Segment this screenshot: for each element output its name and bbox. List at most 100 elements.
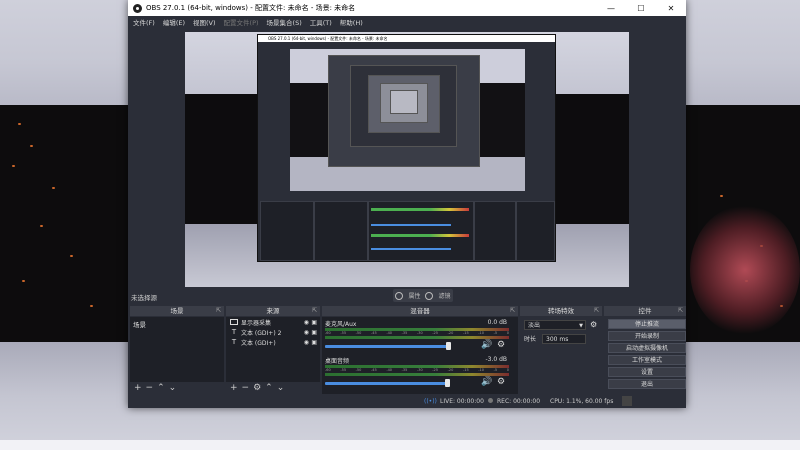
- preview-canvas[interactable]: OBS 27.0.1 (64-bit, windows) - 配置文件: 未命名…: [185, 32, 629, 287]
- fader-handle[interactable]: [446, 342, 451, 350]
- dock-float-icon[interactable]: ⇱: [594, 306, 599, 316]
- monitor-icon: [230, 319, 238, 325]
- dock-float-icon[interactable]: ⇱: [312, 306, 317, 316]
- sources-dock-title: 来源: [266, 307, 280, 315]
- duration-label: 时长: [524, 336, 537, 343]
- cpu-usage: CPU: 1.1%, 60.00 fps: [550, 397, 614, 405]
- volume-fader[interactable]: [325, 382, 447, 385]
- volume-fader[interactable]: [325, 345, 448, 348]
- source-name: 显示器采集: [241, 319, 272, 327]
- mixer-channel-desktop: 桌面音频 -3.0 dB -60 -55 -50 -45 -40 -35 -30 -25 -20…: [325, 356, 509, 392]
- sources-list: 显示器采集 ◉ ▣ T 文本 (GDI+) 2 ◉ ▣ T 文本 (GDI+) …: [226, 317, 320, 382]
- eye-icon[interactable]: ◉: [304, 339, 309, 346]
- fader-handle[interactable]: [445, 379, 450, 387]
- maximize-button[interactable]: ☐: [626, 0, 656, 16]
- start-virtual-camera-button[interactable]: 启动虚拟摄像机: [608, 343, 686, 353]
- transition-select[interactable]: 淡出 ▼: [524, 319, 586, 330]
- window-title: OBS 27.0.1 (64-bit, windows) - 配置文件: 未命名…: [146, 4, 356, 12]
- scene-item[interactable]: 场景: [130, 317, 224, 331]
- volume-meter: [325, 336, 509, 339]
- mixer-channel-mic: 麦克风/Aux 0.0 dB -60 -55 -50 -45 -40 -35 -30 -25-…: [325, 319, 509, 355]
- speaker-icon[interactable]: 🔊: [481, 340, 492, 350]
- transitions-dock: 转场特效 ⇱ 淡出 ▼ ⚙ 时长 300 ms: [520, 306, 602, 394]
- status-indicator: [622, 396, 632, 406]
- stop-streaming-button[interactable]: 停止推流: [608, 319, 686, 329]
- source-label: 未选择源: [131, 294, 157, 302]
- title-bar: OBS 27.0.1 (64-bit, windows) - 配置文件: 未命名…: [128, 0, 686, 16]
- filters-button[interactable]: 滤镜: [438, 291, 450, 300]
- channel-db: -3.0 dB: [485, 356, 507, 363]
- properties-button[interactable]: 属性: [408, 291, 420, 300]
- move-scene-up-button[interactable]: ⌃: [157, 382, 165, 394]
- gear-icon: [395, 291, 404, 300]
- rec-time: REC: 00:00:00: [497, 397, 541, 405]
- dock-float-icon[interactable]: ⇱: [510, 306, 515, 316]
- menu-tools[interactable]: 工具(T): [310, 17, 332, 27]
- lock-icon[interactable]: ▣: [311, 319, 317, 326]
- studio-mode-button[interactable]: 工作室模式: [608, 355, 686, 365]
- gear-icon[interactable]: ⚙: [497, 340, 505, 350]
- menu-file[interactable]: 文件(F): [133, 17, 155, 27]
- channel-name: 麦克风/Aux: [325, 321, 357, 328]
- duration-input[interactable]: 300 ms: [542, 333, 586, 344]
- nested-obs-window: OBS 27.0.1 (64-bit, windows) - 配置文件: 未命名…: [257, 34, 556, 262]
- source-item[interactable]: T 文本 (GDI+) ◉ ▣: [226, 337, 320, 347]
- live-icon: ((•)): [424, 397, 437, 405]
- move-source-down-button[interactable]: ⌄: [277, 382, 285, 394]
- mixer-dock-title: 混音器: [410, 307, 430, 315]
- chevron-down-icon: ▼: [579, 322, 583, 329]
- nested-preview: [290, 49, 525, 191]
- menu-scene-collection[interactable]: 场景集合(S): [267, 17, 302, 27]
- add-source-button[interactable]: +: [230, 382, 238, 394]
- preview-area: OBS 27.0.1 (64-bit, windows) - 配置文件: 未命名…: [128, 28, 686, 288]
- controls-dock: 控件 ⇱ 停止推流 开始录制 启动虚拟摄像机 工作室模式 设置 退出: [604, 306, 686, 394]
- obs-logo-icon: [133, 3, 142, 13]
- lock-icon[interactable]: ▣: [311, 339, 317, 346]
- menu-edit[interactable]: 编辑(E): [163, 17, 185, 27]
- exit-button[interactable]: 退出: [608, 379, 686, 389]
- scenes-dock: 场景 ⇱ 场景 + − ⌃ ⌄: [130, 306, 224, 394]
- status-bar: ((•)) LIVE: 00:00:00 REC: 00:00:00 CPU: …: [128, 394, 686, 408]
- add-scene-button[interactable]: +: [134, 382, 142, 394]
- move-source-up-button[interactable]: ⌃: [265, 382, 273, 394]
- controls-dock-title: 控件: [638, 307, 652, 315]
- sources-dock: 来源 ⇱ 显示器采集 ◉ ▣ T 文本 (GDI+) 2 ◉ ▣ T 文本 (G…: [226, 306, 320, 394]
- menu-help[interactable]: 帮助(H): [340, 17, 363, 27]
- settings-button[interactable]: 设置: [608, 367, 686, 377]
- filter-icon: [425, 291, 434, 300]
- close-button[interactable]: ✕: [656, 0, 686, 16]
- menu-profile[interactable]: 配置文件(P): [224, 17, 259, 27]
- scenes-list: 场景: [130, 317, 224, 382]
- source-toolbar: 属性 滤镜: [393, 289, 453, 302]
- gear-icon[interactable]: ⚙: [497, 377, 505, 387]
- start-recording-button[interactable]: 开始录制: [608, 331, 686, 341]
- eye-icon[interactable]: ◉: [304, 329, 309, 336]
- dock-float-icon[interactable]: ⇱: [216, 306, 221, 316]
- channel-name: 桌面音频: [325, 358, 350, 365]
- source-item[interactable]: 显示器采集 ◉ ▣: [226, 317, 320, 327]
- speaker-icon[interactable]: 🔊: [481, 377, 492, 387]
- move-scene-down-button[interactable]: ⌄: [169, 382, 177, 394]
- volume-meter: [325, 373, 509, 376]
- channel-db: 0.0 dB: [487, 319, 507, 326]
- eye-icon[interactable]: ◉: [304, 319, 309, 326]
- menu-view[interactable]: 视图(V): [193, 17, 216, 27]
- nested-dock: [258, 193, 555, 261]
- meter-ticks: -60 -55 -50 -45 -40 -35 -30 -25 -20 -15 -10 -5 0: [325, 368, 509, 372]
- mixer-dock: 混音器 ⇱ 麦克风/Aux 0.0 dB -60 -55 -50 -45 -40 -35-…: [322, 306, 518, 394]
- text-icon: T: [231, 338, 237, 346]
- nested-title: OBS 27.0.1 (64-bit, windows) - 配置文件: 未命名…: [258, 35, 555, 42]
- lock-icon[interactable]: ▣: [311, 329, 317, 336]
- text-icon: T: [231, 328, 237, 336]
- source-name: 文本 (GDI+): [241, 339, 276, 347]
- dock-float-icon[interactable]: ⇱: [678, 306, 683, 316]
- mixer-body: 麦克风/Aux 0.0 dB -60 -55 -50 -45 -40 -35 -30 -25-…: [322, 317, 518, 394]
- obs-window: OBS 27.0.1 (64-bit, windows) - 配置文件: 未命名…: [128, 0, 686, 408]
- source-item[interactable]: T 文本 (GDI+) 2 ◉ ▣: [226, 327, 320, 337]
- source-settings-button[interactable]: ⚙: [253, 382, 261, 394]
- record-icon: [488, 398, 493, 403]
- remove-scene-button[interactable]: −: [146, 382, 154, 394]
- gear-icon[interactable]: ⚙: [590, 320, 597, 329]
- minimize-button[interactable]: —: [596, 0, 626, 16]
- remove-source-button[interactable]: −: [242, 382, 250, 394]
